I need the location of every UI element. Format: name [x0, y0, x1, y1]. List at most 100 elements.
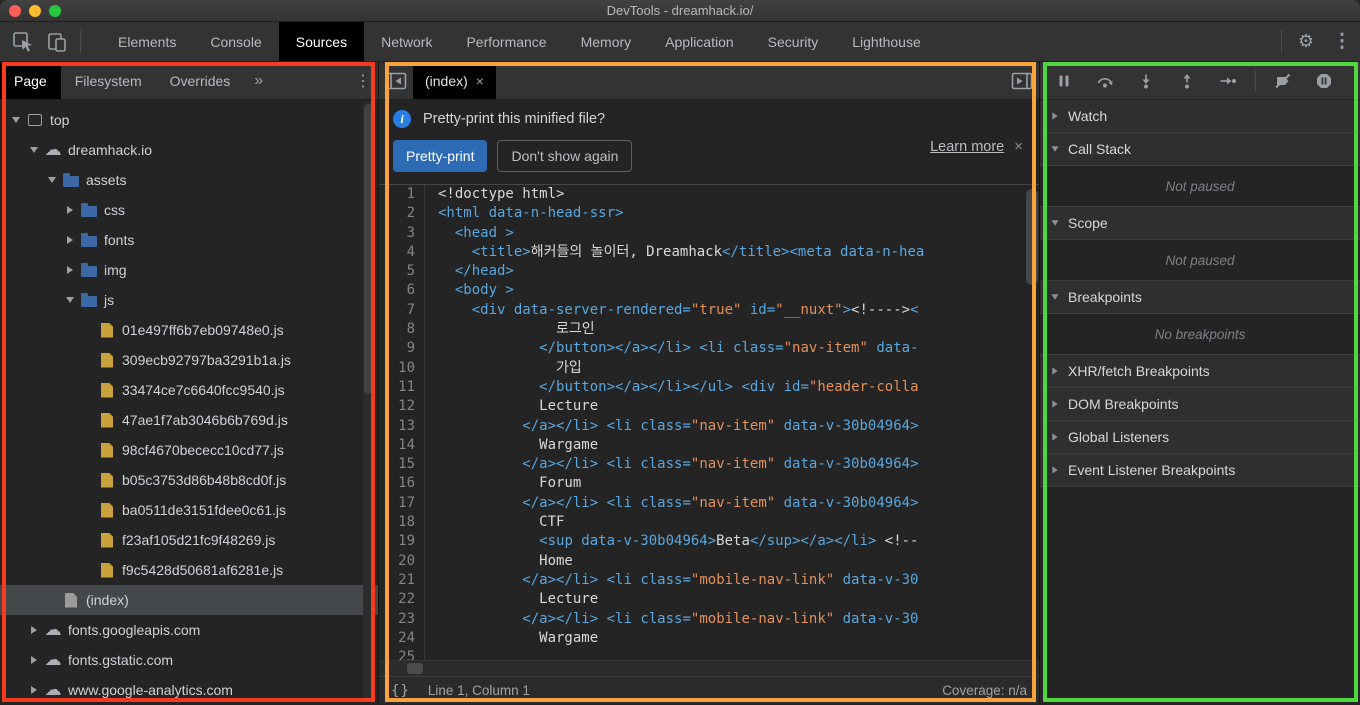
tab-memory[interactable]: Memory — [564, 22, 649, 61]
disclosure-right-icon[interactable] — [26, 626, 42, 634]
tab-security[interactable]: Security — [751, 22, 836, 61]
line-number[interactable]: 21 — [379, 570, 425, 591]
tab-network[interactable]: Network — [364, 22, 449, 61]
line-number[interactable]: 10 — [379, 358, 425, 378]
tree-item-css[interactable]: css — [0, 195, 378, 225]
toggle-navigator-icon[interactable] — [379, 62, 413, 99]
tree-item--index-[interactable]: (index) — [0, 585, 378, 615]
tab-sources[interactable]: Sources — [278, 22, 365, 61]
line-number[interactable]: 2 — [379, 204, 425, 224]
line-number[interactable]: 15 — [379, 455, 425, 475]
disclosure-right-icon[interactable] — [62, 206, 78, 214]
step-button[interactable] — [1212, 68, 1244, 94]
line-number[interactable]: 3 — [379, 223, 425, 243]
inspect-element-button[interactable] — [6, 22, 40, 61]
section-header-call-stack[interactable]: Call Stack — [1040, 133, 1360, 166]
disclosure-right-icon[interactable] — [26, 686, 42, 694]
line-number[interactable]: 12 — [379, 397, 425, 417]
tab-elements[interactable]: Elements — [101, 22, 193, 61]
line-number[interactable]: 16 — [379, 474, 425, 494]
learn-more-link[interactable]: Learn more — [930, 139, 1004, 155]
navigator-tab-overrides[interactable]: Overrides — [156, 62, 245, 99]
section-header-global-listeners[interactable]: Global Listeners — [1040, 421, 1360, 454]
line-number[interactable]: 14 — [379, 435, 425, 456]
disclosure-down-icon[interactable] — [26, 147, 42, 153]
disclosure-down-icon[interactable] — [8, 117, 24, 123]
section-header-xhr-fetch-breakpoints[interactable]: XHR/fetch Breakpoints — [1040, 355, 1360, 388]
line-number[interactable]: 4 — [379, 242, 425, 263]
banner-dismiss-icon[interactable]: × — [1014, 138, 1023, 155]
navigator-tab-filesystem[interactable]: Filesystem — [61, 62, 156, 99]
line-number[interactable]: 5 — [379, 262, 425, 282]
tree-item-01e497ff6b7eb09748e0-js[interactable]: 01e497ff6b7eb09748e0.js — [0, 315, 378, 345]
pause-on-exceptions-button[interactable] — [1308, 68, 1340, 94]
tree-item-fonts[interactable]: fonts — [0, 225, 378, 255]
line-number[interactable]: 13 — [379, 416, 425, 436]
tree-item-dreamhack-io[interactable]: ☁ dreamhack.io — [0, 135, 378, 165]
line-number[interactable]: 20 — [379, 551, 425, 571]
deactivate-breakpoints-button[interactable] — [1267, 68, 1299, 94]
tree-item-f23af105d21fc9f48269-js[interactable]: f23af105d21fc9f48269.js — [0, 525, 378, 555]
navigator-scrollbar[interactable] — [363, 102, 375, 700]
tab-lighthouse[interactable]: Lighthouse — [835, 22, 938, 61]
tree-item-js[interactable]: js — [0, 285, 378, 315]
tree-item-top[interactable]: top — [0, 105, 378, 135]
line-number[interactable]: 23 — [379, 609, 425, 629]
disclosure-right-icon[interactable] — [26, 656, 42, 664]
tree-item-b05c3753d86b48b8cd0f-js[interactable]: b05c3753d86b48b8cd0f.js — [0, 465, 378, 495]
tree-item-47ae1f7ab3046b6b769d-js[interactable]: 47ae1f7ab3046b6b769d.js — [0, 405, 378, 435]
tab-close-icon[interactable]: × — [476, 73, 484, 89]
tree-item-img[interactable]: img — [0, 255, 378, 285]
open-more-tabs-icon[interactable] — [1005, 62, 1039, 99]
editor-vertical-scrollbar[interactable] — [1026, 189, 1038, 285]
disclosure-down-icon[interactable] — [44, 177, 60, 183]
navigator-menu-icon[interactable]: ⋮ — [348, 62, 378, 99]
tree-item-ba0511de3151fdee0c61-js[interactable]: ba0511de3151fdee0c61.js — [0, 495, 378, 525]
line-number[interactable]: 18 — [379, 513, 425, 533]
line-number[interactable]: 17 — [379, 493, 425, 514]
customize-devtools-menu-icon[interactable]: ⋮ — [1324, 22, 1360, 61]
disclosure-right-icon[interactable] — [62, 266, 78, 274]
editor-tab-index[interactable]: (index) × — [413, 62, 496, 99]
dont-show-again-button[interactable]: Don't show again — [497, 140, 633, 172]
pause-script-button[interactable] — [1048, 68, 1080, 94]
section-header-breakpoints[interactable]: Breakpoints — [1040, 281, 1360, 314]
tree-item-98cf4670bececc10cd77-js[interactable]: 98cf4670bececc10cd77.js — [0, 435, 378, 465]
settings-gear-icon[interactable]: ⚙ — [1288, 22, 1324, 61]
section-header-event-listener-breakpoints[interactable]: Event Listener Breakpoints — [1040, 454, 1360, 487]
editor-horizontal-scrollbar[interactable] — [379, 660, 1039, 676]
line-number[interactable]: 24 — [379, 628, 425, 649]
tree-item-assets[interactable]: assets — [0, 165, 378, 195]
tree-item-f9c5428d50681af6281e-js[interactable]: f9c5428d50681af6281e.js — [0, 555, 378, 585]
line-number[interactable]: 22 — [379, 590, 425, 610]
tree-item-33474ce7c6640fcc9540-js[interactable]: 33474ce7c6640fcc9540.js — [0, 375, 378, 405]
line-number[interactable]: 11 — [379, 377, 425, 398]
line-number[interactable]: 7 — [379, 300, 425, 321]
tab-console[interactable]: Console — [193, 22, 278, 61]
line-number[interactable]: 19 — [379, 532, 425, 552]
tree-item-309ecb92797ba3291b1a-js[interactable]: 309ecb92797ba3291b1a.js — [0, 345, 378, 375]
section-header-watch[interactable]: Watch — [1040, 100, 1360, 133]
section-header-dom-breakpoints[interactable]: DOM Breakpoints — [1040, 388, 1360, 421]
section-header-scope[interactable]: Scope — [1040, 207, 1360, 240]
line-number[interactable]: 1 — [379, 185, 425, 205]
device-toolbar-button[interactable] — [40, 22, 74, 61]
tree-item-fonts-googleapis-com[interactable]: ☁ fonts.googleapis.com — [0, 615, 378, 645]
tree-item-www-google-analytics-com[interactable]: ☁ www.google-analytics.com — [0, 675, 378, 704]
pretty-print-button[interactable]: Pretty-print — [393, 140, 488, 172]
format-code-button[interactable]: {} — [391, 683, 410, 699]
step-out-button[interactable] — [1171, 68, 1203, 94]
line-number[interactable]: 8 — [379, 320, 425, 340]
tab-application[interactable]: Application — [648, 22, 751, 61]
navigator-tab-page[interactable]: Page — [0, 62, 61, 99]
tree-item-fonts-gstatic-com[interactable]: ☁ fonts.gstatic.com — [0, 645, 378, 675]
tab-performance[interactable]: Performance — [449, 22, 563, 61]
step-into-button[interactable] — [1130, 68, 1162, 94]
step-over-button[interactable] — [1089, 68, 1121, 94]
line-number[interactable]: 9 — [379, 339, 425, 359]
more-tabs-chevron-icon[interactable]: » — [244, 62, 273, 99]
line-number[interactable]: 6 — [379, 281, 425, 301]
code-editor[interactable]: 1 <!doctype html> 2 <html data-n-head-ssr> 3… — [379, 185, 1039, 676]
disclosure-right-icon[interactable] — [62, 236, 78, 244]
disclosure-down-icon[interactable] — [62, 297, 78, 303]
